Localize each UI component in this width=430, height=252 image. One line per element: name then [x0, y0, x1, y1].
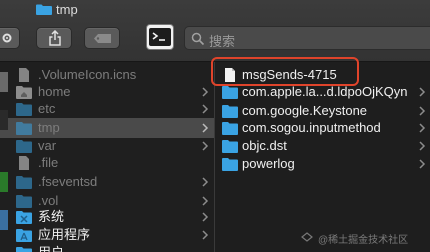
document-icon — [19, 156, 29, 170]
folder-icon — [222, 105, 238, 118]
watermark-logo-icon — [301, 232, 313, 242]
tag-icon — [94, 34, 111, 43]
highlight-annotation — [211, 57, 359, 86]
item-label: powerlog — [242, 156, 295, 171]
folder-icon — [222, 86, 238, 99]
folder-icon — [222, 122, 238, 135]
action-button[interactable] — [0, 27, 20, 49]
chevron-right-icon — [202, 123, 209, 133]
chevron-right-icon — [202, 212, 209, 222]
folder-icon — [16, 140, 32, 153]
list-item[interactable]: etc — [0, 99, 214, 119]
item-label: 应用程序 — [38, 227, 91, 242]
prev-column-edge — [0, 110, 8, 130]
list-item[interactable]: 应用程序 — [0, 225, 214, 245]
watermark: @稀土掘金技术社区 — [318, 235, 409, 246]
chevron-right-icon — [202, 230, 209, 240]
folder-icon — [16, 176, 32, 189]
share-button[interactable] — [36, 27, 72, 49]
tag-button[interactable] — [84, 27, 120, 49]
system-folder-icon — [16, 211, 32, 224]
home-folder-icon — [16, 86, 32, 99]
chevron-right-icon — [419, 141, 426, 151]
column-tmp: msgSends-4715 com.apple.la...d.ldpoOjKQy… — [216, 62, 430, 252]
terminal-button[interactable] — [146, 24, 174, 50]
item-label: 用户 — [38, 243, 64, 252]
applications-folder-icon — [16, 229, 32, 242]
gear-icon — [2, 33, 12, 43]
toolbar: tmp 搜索 — [0, 0, 430, 62]
document-icon — [19, 68, 29, 82]
terminal-icon — [149, 28, 171, 46]
list-item-selected[interactable]: tmp — [0, 118, 214, 138]
prev-column-edge — [0, 172, 8, 192]
folder-icon — [222, 140, 238, 153]
window-title: tmp — [56, 2, 78, 17]
users-folder-icon — [16, 247, 32, 252]
folder-icon — [222, 158, 238, 171]
chevron-right-icon — [202, 196, 209, 206]
chevron-right-icon — [202, 87, 209, 97]
list-item[interactable]: powerlog — [216, 154, 430, 174]
chevron-right-icon — [419, 87, 426, 97]
list-item[interactable]: 用户 — [0, 243, 214, 252]
folder-icon — [16, 122, 32, 135]
column-root: .VolumeIcon.icns home etc tmp var .file … — [0, 62, 215, 252]
item-label: .file — [38, 155, 59, 170]
item-label: .fseventsd — [38, 174, 98, 189]
chevron-right-icon — [419, 106, 426, 116]
folder-icon — [16, 103, 32, 116]
item-label: objc.dst — [242, 138, 287, 153]
list-item[interactable]: objc.dst — [216, 136, 430, 156]
item-label: com.sogou.inputmethod — [242, 120, 381, 135]
item-label: etc — [38, 101, 56, 116]
search-icon — [191, 32, 205, 46]
folder-icon — [16, 195, 32, 208]
chevron-right-icon — [202, 177, 209, 187]
chevron-right-icon — [202, 141, 209, 151]
item-label: tmp — [38, 120, 60, 135]
list-item[interactable]: com.sogou.inputmethod — [216, 118, 430, 138]
list-item[interactable]: .fseventsd — [0, 172, 214, 192]
prev-column-edge — [0, 210, 8, 230]
search-placeholder: 搜索 — [209, 34, 236, 49]
list-item[interactable]: 系统 — [0, 207, 214, 227]
prev-column-edge — [0, 72, 8, 92]
search-field[interactable]: 搜索 — [184, 26, 430, 50]
title-bar: tmp — [0, 0, 430, 20]
chevron-right-icon — [419, 123, 426, 133]
item-label: 系统 — [38, 209, 65, 224]
chevron-right-icon — [419, 159, 426, 169]
folder-icon — [36, 4, 52, 15]
share-icon — [49, 30, 61, 46]
list-item[interactable]: .file — [0, 153, 214, 173]
chevron-right-icon — [202, 104, 209, 114]
